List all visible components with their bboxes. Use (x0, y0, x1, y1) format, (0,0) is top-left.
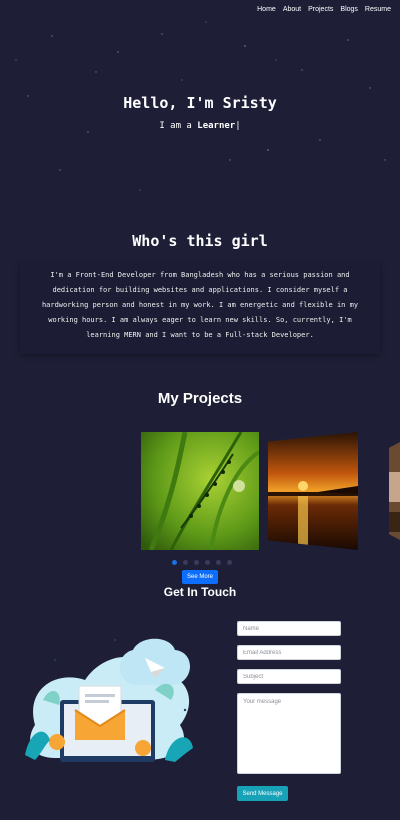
grass-image (141, 432, 259, 550)
carousel-dot-2[interactable] (183, 560, 188, 565)
carousel-dot-6[interactable] (227, 560, 232, 565)
hero-subtitle-prefix: I am a (159, 121, 198, 131)
contact-title: Get In Touch (163, 585, 237, 599)
carousel-dot-3[interactable] (194, 560, 199, 565)
carousel-dot-4[interactable] (205, 560, 210, 565)
carousel-dots (172, 560, 232, 565)
partial-project-image (389, 442, 400, 540)
subject-input[interactable] (237, 669, 341, 684)
send-message-button[interactable]: Send Message (237, 786, 288, 801)
project-slide-grass[interactable] (141, 432, 259, 550)
hero-title: Hello, I'm Sristy (123, 94, 277, 112)
about-text: I'm a Front-End Developer from Banglades… (41, 271, 359, 339)
projects-title: My Projects (157, 390, 243, 407)
project-slide-partial[interactable] (389, 442, 400, 540)
carousel-dot-5[interactable] (216, 560, 221, 565)
hero-role-text: Learner (197, 121, 236, 131)
contact-illustration (25, 638, 193, 762)
name-input[interactable] (237, 621, 341, 636)
project-slide-sunset[interactable] (268, 432, 358, 550)
hero-subtitle: I am a Learner| (0, 121, 400, 131)
typing-caret: | (235, 121, 241, 131)
sunset-image (268, 432, 358, 550)
email-input[interactable] (237, 645, 341, 660)
see-more-button[interactable]: See More (182, 570, 218, 584)
message-textarea[interactable] (237, 693, 341, 774)
about-card: I'm a Front-End Developer from Banglades… (20, 262, 380, 354)
about-title: Who's this girl (132, 232, 268, 250)
carousel-dot-1[interactable] (172, 560, 177, 565)
